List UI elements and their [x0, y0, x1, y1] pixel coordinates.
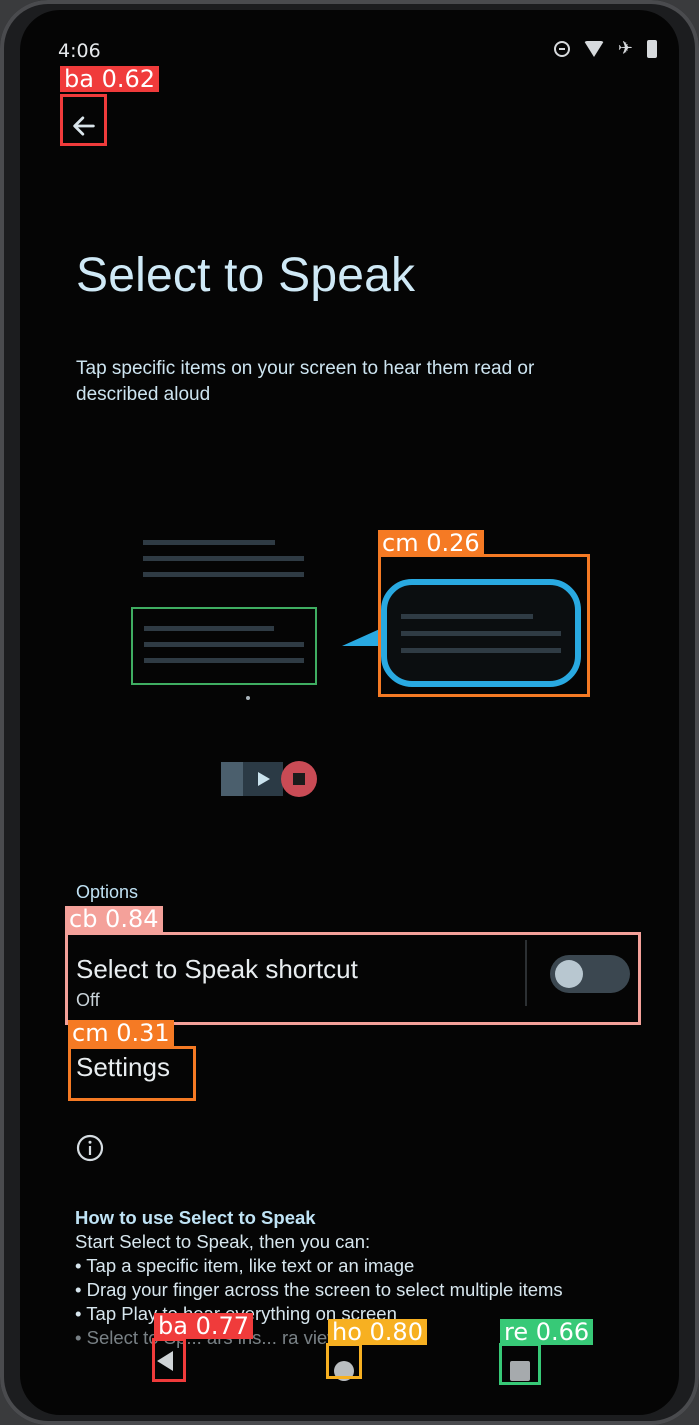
overlay-label-nav-home: ho 0.80 [328, 1319, 427, 1345]
stop-icon [293, 773, 305, 785]
overlay-label-nav-back: ba 0.77 [154, 1313, 254, 1339]
screen: 4:06 ✈ Select to Speak Tap specific item… [20, 10, 679, 1415]
overlay-label-settings: cm 0.31 [68, 1020, 174, 1046]
info-icon [76, 1134, 104, 1162]
wifi-icon [583, 41, 604, 57]
overlay-label-speech-bubble: cm 0.26 [378, 530, 484, 556]
status-bar: 4:06 ✈ [20, 10, 679, 70]
text-lines-top [143, 540, 304, 577]
battery-icon [647, 40, 657, 58]
page-title: Select to Speak [76, 249, 416, 302]
overlay-box-shortcut [65, 932, 641, 1025]
do-not-disturb-icon [553, 41, 570, 57]
status-time: 4:06 [58, 40, 101, 62]
options-section-label: Options [76, 882, 139, 902]
overlay-box-speech-bubble [378, 554, 590, 697]
status-icons: ✈ [553, 38, 657, 59]
howto-heading: How to use Select to Speak [75, 1207, 316, 1228]
overlay-box-nav-home [326, 1343, 362, 1379]
overlay-box-nav-back [152, 1338, 186, 1382]
playback-controls [221, 761, 317, 797]
howto-bullet: • Tap a specific item, like text or an i… [75, 1255, 415, 1276]
overlay-label-nav-recent: re 0.66 [500, 1319, 594, 1345]
selected-text-lines [144, 626, 304, 663]
overlay-box-back [60, 94, 107, 146]
overlay-box-nav-recent [499, 1343, 541, 1385]
overlay-label-shortcut: cb 0.84 [65, 906, 163, 932]
speech-pointer [342, 628, 382, 646]
overlay-label-back: ba 0.62 [60, 66, 160, 92]
howto-intro: Start Select to Speak, then you can: [75, 1231, 371, 1252]
howto-bullet: • Drag your finger across the screen to … [75, 1279, 563, 1300]
phone-frame: 4:06 ✈ Select to Speak Tap specific item… [0, 0, 699, 1425]
overlay-box-settings [68, 1046, 196, 1101]
airplane-icon: ✈ [617, 38, 633, 59]
page-description: Tap specific items on your screen to hea… [76, 358, 535, 405]
